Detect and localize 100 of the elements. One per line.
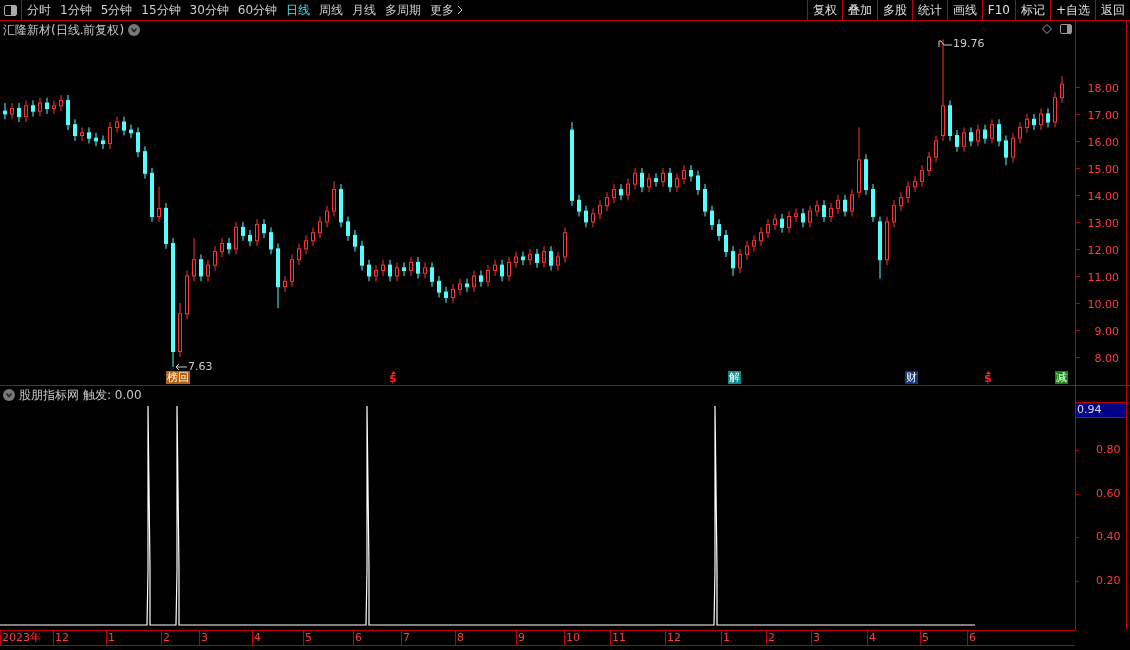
- candlestick: [696, 170, 700, 196]
- period-tab[interactable]: 1分钟: [60, 1, 92, 19]
- candlestick: [836, 194, 840, 215]
- candlestick: [80, 126, 84, 142]
- candlestick: [1032, 113, 1036, 131]
- candlestick: [332, 180, 336, 217]
- candlestick: [808, 205, 812, 228]
- period-tab[interactable]: 周线: [319, 1, 344, 19]
- candlestick: [206, 259, 210, 282]
- candlestick: [507, 256, 511, 282]
- candlestick: [458, 278, 462, 296]
- dropdown-icon[interactable]: [3, 389, 15, 401]
- candlestick: [248, 229, 252, 247]
- candlestick: [647, 172, 651, 193]
- candlestick: [528, 248, 532, 266]
- panel-toggle-icon[interactable]: [1060, 24, 1072, 34]
- candlestick: [444, 286, 448, 304]
- event-badge[interactable]: 解: [728, 371, 741, 384]
- candlestick: [1060, 75, 1064, 104]
- dollar-sign-marker[interactable]: $: [389, 373, 397, 384]
- indicator-axis-label: 0.40: [1096, 531, 1121, 543]
- date-axis-label: 9: [518, 632, 525, 644]
- period-tab[interactable]: 月线: [352, 1, 377, 19]
- candlestick: [325, 205, 329, 228]
- candlestick: [402, 261, 406, 277]
- candlestick: [843, 194, 847, 217]
- price-axis-label: 15.00: [1087, 162, 1119, 176]
- candlestick: [766, 218, 770, 239]
- candlestick: [465, 278, 469, 293]
- diamond-icon[interactable]: [1042, 24, 1052, 34]
- candlestick: [577, 194, 581, 217]
- candlestick: [241, 221, 245, 242]
- date-axis-label: 4: [869, 632, 876, 644]
- candlestick: [710, 205, 714, 231]
- candlestick: [255, 218, 259, 247]
- candlestick: [24, 99, 28, 123]
- date-axis-label: 1: [108, 632, 115, 644]
- date-axis-label: 2: [768, 632, 775, 644]
- toolbar-button[interactable]: 叠加: [841, 0, 877, 20]
- period-tab[interactable]: 5分钟: [100, 1, 133, 19]
- toolbar-button[interactable]: +自选: [1049, 0, 1095, 20]
- toolbar-button[interactable]: 返回: [1095, 0, 1130, 20]
- candlestick: [129, 124, 133, 139]
- date-axis-label: 12: [55, 632, 69, 644]
- candlestick: [731, 245, 735, 277]
- candlestick: [556, 251, 560, 271]
- price-axis-label: 8.00: [1094, 351, 1119, 365]
- period-tab[interactable]: 15分钟: [141, 1, 181, 19]
- period-tab[interactable]: 多周期: [385, 1, 422, 19]
- toolbar-button[interactable]: 统计: [911, 0, 947, 20]
- candlestick: [780, 213, 784, 234]
- candlestick: [17, 102, 21, 123]
- event-badge[interactable]: 榜回: [166, 371, 190, 384]
- period-tab[interactable]: 30分钟: [189, 1, 229, 19]
- candlestick: [1025, 113, 1029, 134]
- candlestick: [745, 240, 749, 261]
- more-button[interactable]: 更多: [430, 1, 464, 19]
- dropdown-icon[interactable]: [128, 23, 141, 36]
- candlestick: [591, 207, 595, 228]
- toolbar-button[interactable]: 画线: [946, 0, 982, 20]
- candlestick: [178, 302, 182, 358]
- panel-toggle-icon[interactable]: [4, 4, 17, 16]
- date-axis-label: 6: [355, 632, 362, 644]
- event-badge[interactable]: 财: [905, 371, 918, 384]
- period-tab[interactable]: 分时: [27, 1, 51, 19]
- date-axis-label: 3: [201, 632, 208, 644]
- candlestick: [374, 264, 378, 282]
- candlestick: [717, 218, 721, 242]
- indicator-name: 股朋指标网: [19, 387, 79, 404]
- candlestick: [598, 199, 602, 220]
- candlestick: [311, 226, 315, 247]
- candlestick: [276, 243, 280, 309]
- price-axis-label: 13.00: [1087, 216, 1119, 230]
- period-tab[interactable]: 60分钟: [237, 1, 278, 19]
- candlestick: [157, 186, 161, 223]
- candlestick: [752, 234, 756, 253]
- candlestick: [199, 253, 203, 282]
- leader-line: [175, 363, 187, 371]
- dollar-sign-marker[interactable]: $: [984, 373, 992, 384]
- toolbar-button[interactable]: 标记: [1014, 0, 1050, 20]
- candlestick: [689, 164, 693, 182]
- candlestick: [318, 216, 322, 239]
- candlestick: [899, 191, 903, 212]
- toolbar-button[interactable]: 复权: [806, 0, 842, 20]
- candlestick: [514, 251, 518, 269]
- price-axis-label: 18.00: [1087, 81, 1119, 95]
- candlestick: [563, 226, 567, 263]
- candlestick: [143, 145, 147, 180]
- toolbar-button[interactable]: 多股: [876, 0, 912, 20]
- candlestick: [346, 216, 350, 242]
- candlestick: [871, 183, 875, 223]
- date-axis-label: 8: [457, 632, 464, 644]
- candlestick: [885, 216, 889, 266]
- toolbar-button[interactable]: F10: [981, 0, 1015, 20]
- period-tab[interactable]: 日线: [286, 1, 311, 19]
- event-badge[interactable]: 减: [1055, 371, 1068, 384]
- date-axis-label: 2023年: [2, 632, 41, 644]
- price-axis-label: 12.00: [1087, 243, 1119, 257]
- candlestick: [969, 126, 973, 147]
- candlestick: [675, 172, 679, 193]
